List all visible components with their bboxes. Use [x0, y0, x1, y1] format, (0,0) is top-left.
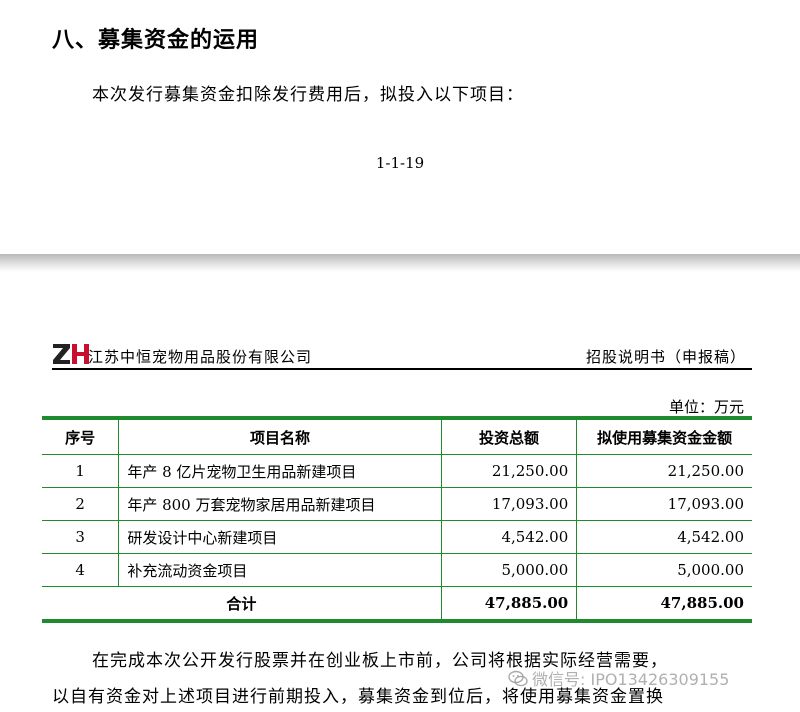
cell-investment: 4,542.00 — [440, 520, 578, 554]
cell-investment: 5,000.00 — [440, 553, 578, 587]
col-header-project: 项目名称 — [118, 417, 442, 455]
intro-text: 本次发行募集资金扣除发行费用后，拟投入以下项目： — [92, 85, 524, 105]
total-label: 合计 — [42, 586, 442, 622]
cell-raised: 21,250.00 — [576, 454, 752, 488]
total-investment: 47,885.00 — [440, 586, 578, 622]
page-bottom: 江苏中恒宠物用品股份有限公司 招股说明书（申报稿） 单位：万元 序号 项目名称 … — [0, 272, 800, 712]
header-rule — [52, 368, 752, 370]
page-number: 1-1-19 — [375, 154, 425, 172]
fund-usage-table: 序号 项目名称 投资总额 拟使用募集资金金额 1 年产 8 亿片宠物卫生用品新建… — [42, 416, 752, 623]
cell-project: 补充流动资金项目 — [118, 553, 442, 587]
col-header-investment: 投资总额 — [440, 417, 578, 455]
wechat-icon — [508, 670, 528, 687]
unit-label: 单位：万元 — [668, 398, 744, 416]
cell-project: 研发设计中心新建项目 — [118, 520, 442, 554]
table-total-row: 合计 47,885.00 47,885.00 — [42, 586, 752, 622]
total-raised: 47,885.00 — [576, 586, 752, 622]
table-row: 4 补充流动资金项目 5,000.00 5,000.00 — [42, 553, 752, 587]
table-row: 1 年产 8 亿片宠物卫生用品新建项目 21,250.00 21,250.00 — [42, 454, 752, 488]
watermark-text: 微信号: IPO13426309155 — [532, 670, 730, 689]
cell-index: 4 — [42, 553, 120, 587]
running-header: 江苏中恒宠物用品股份有限公司 招股说明书（申报稿） — [52, 342, 752, 368]
table-row: 2 年产 800 万套宠物家居用品新建项目 17,093.00 17,093.0… — [42, 487, 752, 521]
wechat-watermark: 微信号: IPO13426309155 — [508, 666, 729, 690]
cell-index: 1 — [42, 454, 120, 488]
section-title: 八、募集资金的运用 — [52, 28, 260, 53]
cell-index: 2 — [42, 487, 120, 521]
company-logo-icon — [53, 344, 89, 364]
cell-investment: 17,093.00 — [440, 487, 578, 521]
table-header-row: 序号 项目名称 投资总额 拟使用募集资金金额 — [42, 417, 752, 455]
col-header-raised: 拟使用募集资金金额 — [576, 417, 752, 455]
company-name: 江苏中恒宠物用品股份有限公司 — [88, 348, 313, 366]
cell-raised: 17,093.00 — [576, 487, 752, 521]
cell-project: 年产 8 亿片宠物卫生用品新建项目 — [118, 454, 442, 488]
col-header-index: 序号 — [42, 417, 120, 455]
page-top: 八、募集资金的运用 本次发行募集资金扣除发行费用后，拟投入以下项目： 1-1-1… — [0, 0, 800, 254]
cell-raised: 5,000.00 — [576, 553, 752, 587]
cell-index: 3 — [42, 520, 120, 554]
cell-project: 年产 800 万套宠物家居用品新建项目 — [118, 487, 442, 521]
cell-raised: 4,542.00 — [576, 520, 752, 554]
page-gap — [0, 254, 800, 272]
cell-investment: 21,250.00 — [440, 454, 578, 488]
document-type: 招股说明书（申报稿） — [585, 348, 746, 366]
table-row: 3 研发设计中心新建项目 4,542.00 4,542.00 — [42, 520, 752, 554]
